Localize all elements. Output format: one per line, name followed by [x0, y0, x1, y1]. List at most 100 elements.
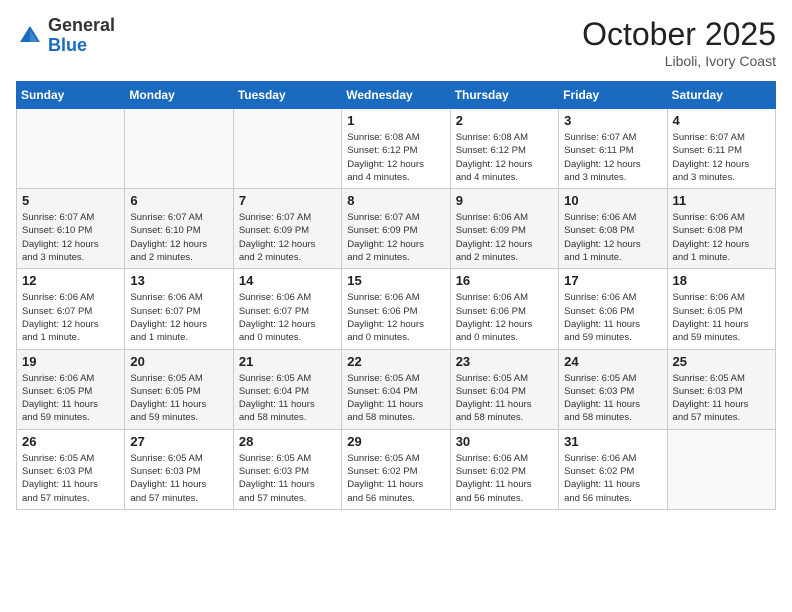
day-info: Sunrise: 6:06 AM Sunset: 6:05 PM Dayligh…: [673, 291, 770, 344]
day-number: 12: [22, 273, 119, 288]
day-info: Sunrise: 6:07 AM Sunset: 6:09 PM Dayligh…: [239, 211, 336, 264]
day-info: Sunrise: 6:06 AM Sunset: 6:02 PM Dayligh…: [456, 452, 553, 505]
logo-blue: Blue: [48, 35, 87, 55]
day-info: Sunrise: 6:07 AM Sunset: 6:10 PM Dayligh…: [22, 211, 119, 264]
day-info: Sunrise: 6:06 AM Sunset: 6:07 PM Dayligh…: [239, 291, 336, 344]
calendar-week-row: 5Sunrise: 6:07 AM Sunset: 6:10 PM Daylig…: [17, 189, 776, 269]
calendar-cell: 11 Sunrise: 6:06 AM Sunset: 6:08 PM Dayli…: [667, 189, 775, 269]
day-info: Sunrise: 6:06 AM Sunset: 6:07 PM Dayligh…: [130, 291, 227, 344]
day-info: Sunrise: 6:06 AM Sunset: 6:06 PM Dayligh…: [347, 291, 444, 344]
day-number: 31: [564, 434, 661, 449]
day-info: Sunrise: 6:06 AM Sunset: 6:08 PM Dayligh…: [673, 211, 770, 264]
calendar-cell: 27 Sunrise: 6:05 AM Sunset: 6:03 PM Dayli…: [125, 429, 233, 509]
day-number: 11: [673, 193, 770, 208]
calendar-cell: 25 Sunrise: 6:05 AM Sunset: 6:03 PM Dayli…: [667, 349, 775, 429]
calendar-cell: 3Sunrise: 6:07 AM Sunset: 6:11 PM Daylig…: [559, 109, 667, 189]
day-number: 13: [130, 273, 227, 288]
day-info: Sunrise: 6:07 AM Sunset: 6:10 PM Dayligh…: [130, 211, 227, 264]
day-number: 3: [564, 113, 661, 128]
day-info: Sunrise: 6:05 AM Sunset: 6:03 PM Dayligh…: [239, 452, 336, 505]
day-number: 9: [456, 193, 553, 208]
day-info: Sunrise: 6:07 AM Sunset: 6:09 PM Dayligh…: [347, 211, 444, 264]
calendar-cell: 7 Sunrise: 6:07 AM Sunset: 6:09 PM Daylig…: [233, 189, 341, 269]
day-number: 10: [564, 193, 661, 208]
day-info: Sunrise: 6:05 AM Sunset: 6:02 PM Dayligh…: [347, 452, 444, 505]
calendar-cell: [667, 429, 775, 509]
day-number: 6: [130, 193, 227, 208]
calendar-day-header: Friday: [559, 82, 667, 109]
day-number: 15: [347, 273, 444, 288]
logo-icon: [16, 22, 44, 50]
calendar-cell: 6 Sunrise: 6:07 AM Sunset: 6:10 PM Daylig…: [125, 189, 233, 269]
day-number: 16: [456, 273, 553, 288]
day-info: Sunrise: 6:05 AM Sunset: 6:03 PM Dayligh…: [673, 372, 770, 425]
day-info: Sunrise: 6:08 AM Sunset: 6:12 PM Dayligh…: [456, 131, 553, 184]
calendar-cell: 24Sunrise: 6:05 AM Sunset: 6:03 PM Dayli…: [559, 349, 667, 429]
calendar-day-header: Thursday: [450, 82, 558, 109]
calendar-cell: 23Sunrise: 6:05 AM Sunset: 6:04 PM Dayli…: [450, 349, 558, 429]
day-number: 2: [456, 113, 553, 128]
day-info: Sunrise: 6:08 AM Sunset: 6:12 PM Dayligh…: [347, 131, 444, 184]
calendar-cell: 17 Sunrise: 6:06 AM Sunset: 6:06 PM Dayli…: [559, 269, 667, 349]
calendar-cell: [233, 109, 341, 189]
day-number: 27: [130, 434, 227, 449]
day-number: 22: [347, 354, 444, 369]
calendar-week-row: 26 Sunrise: 6:05 AM Sunset: 6:03 PM Dayli…: [17, 429, 776, 509]
calendar-day-header: Sunday: [17, 82, 125, 109]
calendar-cell: 29 Sunrise: 6:05 AM Sunset: 6:02 PM Dayli…: [342, 429, 450, 509]
logo-text: General Blue: [48, 16, 115, 56]
day-number: 28: [239, 434, 336, 449]
calendar-header-row: SundayMondayTuesdayWednesdayThursdayFrid…: [17, 82, 776, 109]
day-number: 23: [456, 354, 553, 369]
calendar-day-header: Wednesday: [342, 82, 450, 109]
day-number: 17: [564, 273, 661, 288]
page-header: General Blue October 2025 Liboli, Ivory …: [16, 16, 776, 69]
calendar-cell: 1Sunrise: 6:08 AM Sunset: 6:12 PM Daylig…: [342, 109, 450, 189]
calendar-cell: 19 Sunrise: 6:06 AM Sunset: 6:05 PM Dayli…: [17, 349, 125, 429]
day-info: Sunrise: 6:06 AM Sunset: 6:06 PM Dayligh…: [564, 291, 661, 344]
calendar-cell: 12 Sunrise: 6:06 AM Sunset: 6:07 PM Dayli…: [17, 269, 125, 349]
calendar-week-row: 19 Sunrise: 6:06 AM Sunset: 6:05 PM Dayli…: [17, 349, 776, 429]
calendar-day-header: Monday: [125, 82, 233, 109]
day-number: 24: [564, 354, 661, 369]
calendar-week-row: 1Sunrise: 6:08 AM Sunset: 6:12 PM Daylig…: [17, 109, 776, 189]
day-info: Sunrise: 6:06 AM Sunset: 6:09 PM Dayligh…: [456, 211, 553, 264]
location: Liboli, Ivory Coast: [582, 53, 776, 69]
calendar-cell: 9 Sunrise: 6:06 AM Sunset: 6:09 PM Daylig…: [450, 189, 558, 269]
logo: General Blue: [16, 16, 115, 56]
calendar-cell: 2 Sunrise: 6:08 AM Sunset: 6:12 PM Daylig…: [450, 109, 558, 189]
day-number: 4: [673, 113, 770, 128]
calendar-cell: 26Sunrise: 6:05 AM Sunset: 6:03 PM Dayli…: [17, 429, 125, 509]
day-info: Sunrise: 6:05 AM Sunset: 6:04 PM Dayligh…: [239, 372, 336, 425]
calendar-day-header: Saturday: [667, 82, 775, 109]
day-number: 30: [456, 434, 553, 449]
calendar-cell: 5Sunrise: 6:07 AM Sunset: 6:10 PM Daylig…: [17, 189, 125, 269]
logo-general: General: [48, 15, 115, 35]
day-number: 21: [239, 354, 336, 369]
calendar: SundayMondayTuesdayWednesdayThursdayFrid…: [16, 81, 776, 510]
calendar-cell: 15 Sunrise: 6:06 AM Sunset: 6:06 PM Dayli…: [342, 269, 450, 349]
calendar-cell: 21 Sunrise: 6:05 AM Sunset: 6:04 PM Dayli…: [233, 349, 341, 429]
calendar-cell: 18 Sunrise: 6:06 AM Sunset: 6:05 PM Dayli…: [667, 269, 775, 349]
day-number: 19: [22, 354, 119, 369]
day-info: Sunrise: 6:06 AM Sunset: 6:08 PM Dayligh…: [564, 211, 661, 264]
day-info: Sunrise: 6:05 AM Sunset: 6:04 PM Dayligh…: [347, 372, 444, 425]
calendar-cell: 16Sunrise: 6:06 AM Sunset: 6:06 PM Dayli…: [450, 269, 558, 349]
day-number: 29: [347, 434, 444, 449]
day-number: 25: [673, 354, 770, 369]
day-number: 7: [239, 193, 336, 208]
day-number: 26: [22, 434, 119, 449]
day-info: Sunrise: 6:06 AM Sunset: 6:07 PM Dayligh…: [22, 291, 119, 344]
day-info: Sunrise: 6:05 AM Sunset: 6:05 PM Dayligh…: [130, 372, 227, 425]
calendar-cell: 4 Sunrise: 6:07 AM Sunset: 6:11 PM Daylig…: [667, 109, 775, 189]
month-title: October 2025: [582, 16, 776, 53]
calendar-cell: 20Sunrise: 6:05 AM Sunset: 6:05 PM Dayli…: [125, 349, 233, 429]
day-info: Sunrise: 6:07 AM Sunset: 6:11 PM Dayligh…: [673, 131, 770, 184]
day-info: Sunrise: 6:06 AM Sunset: 6:05 PM Dayligh…: [22, 372, 119, 425]
calendar-cell: 8 Sunrise: 6:07 AM Sunset: 6:09 PM Daylig…: [342, 189, 450, 269]
calendar-cell: 22 Sunrise: 6:05 AM Sunset: 6:04 PM Dayli…: [342, 349, 450, 429]
day-info: Sunrise: 6:06 AM Sunset: 6:02 PM Dayligh…: [564, 452, 661, 505]
day-number: 18: [673, 273, 770, 288]
day-info: Sunrise: 6:05 AM Sunset: 6:03 PM Dayligh…: [130, 452, 227, 505]
day-number: 8: [347, 193, 444, 208]
